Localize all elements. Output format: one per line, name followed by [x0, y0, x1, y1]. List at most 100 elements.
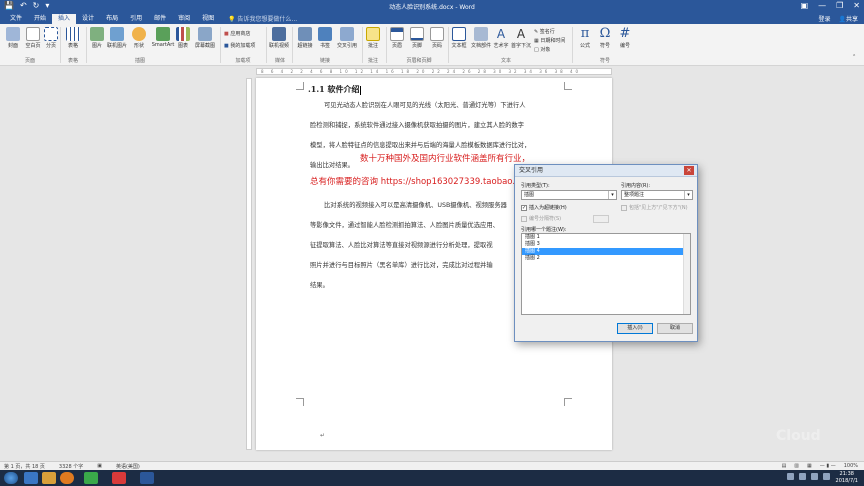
margin-corner-mark [564, 82, 572, 90]
quick-parts-button[interactable]: 文档部件 [470, 27, 492, 49]
tray-icon[interactable] [787, 473, 794, 480]
hyperlink-button[interactable]: 超链接 [294, 27, 316, 49]
quick-parts-icon [474, 27, 488, 41]
tab-home[interactable]: 开始 [28, 14, 52, 24]
store-button[interactable]: ■ 应用商店 [224, 30, 250, 37]
blank-page-icon [26, 27, 40, 41]
proofing-icon[interactable]: ▣ [97, 463, 102, 470]
caption-list[interactable]: 插图 1 插图 3 插图 4 插图 2 [521, 233, 691, 315]
chart-button[interactable]: 图表 [172, 27, 194, 49]
text-box-button[interactable]: 文本框 [448, 27, 470, 49]
start-button-icon[interactable] [4, 472, 18, 484]
wordart-icon: A [496, 27, 506, 41]
tab-review[interactable]: 审阅 [172, 14, 196, 24]
list-item[interactable]: 插图 1 [522, 234, 690, 241]
screenshot-button[interactable]: 屏幕截图 [192, 27, 218, 49]
online-pictures-button[interactable]: 联机图片 [106, 27, 128, 49]
object-button[interactable]: □ 对象 [534, 46, 550, 53]
my-addins-button[interactable]: ■ 我的加载项 [224, 42, 255, 49]
minimize-button[interactable]: — [818, 1, 826, 10]
group-media-label: 媒体 [274, 58, 285, 64]
date-time-button[interactable]: ▦ 日期和时间 [534, 37, 565, 44]
list-item[interactable]: 插图 3 [522, 241, 690, 248]
collapse-ribbon-icon[interactable]: ⌃ [852, 54, 856, 60]
word-count[interactable]: 3328 个字 [59, 463, 83, 470]
close-window-button[interactable]: ✕ [853, 1, 860, 10]
horizontal-ruler[interactable]: 8 6 4 2 2 4 6 8 10 12 14 16 18 20 22 24 … [256, 68, 612, 75]
symbol-button[interactable]: Ω 符号 [594, 27, 616, 50]
share-button[interactable]: 👤共享 [839, 14, 859, 23]
equation-button[interactable]: π 公式 [574, 27, 596, 50]
restore-button[interactable]: ❐ [836, 1, 843, 10]
app-green-c-icon[interactable] [84, 472, 98, 484]
header-button[interactable]: 页眉 [386, 27, 408, 49]
tab-view[interactable]: 视图 [196, 14, 220, 24]
separate-numbers-checkbox[interactable]: 编号分隔符(S) [521, 215, 561, 222]
word-taskbar-icon[interactable] [140, 472, 154, 484]
system-clock[interactable]: 21:38 2018/7/1 [836, 471, 858, 485]
page-number-icon [430, 27, 444, 41]
checkbox-icon [521, 215, 527, 222]
media-player-icon[interactable] [60, 472, 74, 484]
file-explorer-icon[interactable] [42, 472, 56, 484]
insert-button[interactable]: 插入(I) [617, 323, 653, 334]
hyperlink-checkbox[interactable]: ✓ 插入为超链接(H) [521, 204, 567, 211]
picture-icon [90, 27, 104, 41]
group-comments-label: 批注 [367, 58, 378, 64]
list-item[interactable]: 插图 2 [522, 255, 690, 262]
tab-file[interactable]: 文件 [4, 14, 28, 24]
ribbon-display-icon[interactable]: ▣ [801, 1, 809, 10]
ref-content-select[interactable]: 整项题注 ▾ [621, 190, 693, 200]
tab-insert[interactable]: 插入 [52, 14, 77, 24]
sign-in-link[interactable]: 登录 [818, 14, 830, 23]
wordart-button[interactable]: A 艺术字 [490, 27, 512, 49]
group-pages-label: 页面 [24, 58, 35, 64]
app-red-c-icon[interactable] [112, 472, 126, 484]
tab-layout[interactable]: 布局 [100, 14, 124, 24]
tray-icon[interactable] [799, 473, 806, 480]
margin-corner-mark [564, 398, 572, 406]
tab-mailings[interactable]: 邮件 [148, 14, 172, 24]
pictures-button[interactable]: 图片 [86, 27, 108, 49]
tray-icon[interactable] [811, 473, 818, 480]
shapes-button[interactable]: 形状 [128, 27, 150, 49]
dialog-close-button[interactable]: ✕ [684, 166, 694, 175]
language-indicator[interactable]: 英语(美国) [116, 463, 140, 470]
separator-input[interactable] [593, 215, 609, 223]
list-item-selected[interactable]: 插图 4 [522, 248, 690, 255]
ie-icon[interactable] [24, 472, 38, 484]
ref-type-select[interactable]: 插图 ▾ [521, 190, 617, 200]
object-icon: □ [534, 47, 539, 53]
page-number-button[interactable]: 页码 [426, 27, 448, 49]
tab-references[interactable]: 引用 [124, 14, 148, 24]
signature-line-button[interactable]: ✎ 签名行 [534, 28, 555, 35]
comment-button[interactable]: 批注 [362, 27, 384, 49]
header-icon [390, 27, 404, 41]
group-addins-label: 加载项 [235, 58, 251, 64]
shapes-icon [132, 27, 146, 41]
cross-reference-button[interactable]: 交叉引用 [334, 27, 360, 49]
vertical-ruler[interactable] [246, 78, 252, 450]
tell-me-search[interactable]: 💡 告诉我您想要做什么... [228, 14, 297, 23]
above-below-checkbox[interactable]: 包括"见上方"/"见下方"(N) [621, 204, 688, 211]
online-video-button[interactable]: 联机视频 [268, 27, 290, 49]
table-icon [66, 27, 80, 41]
tab-design[interactable]: 设计 [76, 14, 100, 24]
cover-page-button[interactable]: 封面 [2, 27, 24, 49]
chevron-down-icon: ▾ [684, 191, 692, 199]
section-heading[interactable]: .1.1 软件介绍 [308, 84, 361, 95]
bookmark-button[interactable]: 书签 [314, 27, 336, 49]
numbering-button[interactable]: # 编号 [614, 27, 636, 50]
drop-cap-button[interactable]: A 首字下沉 [510, 27, 532, 49]
group-separator [266, 27, 267, 63]
tray-icon[interactable] [823, 473, 830, 480]
group-text-label: 文本 [500, 58, 511, 64]
page-count[interactable]: 第 1 页，共 18 页 [4, 463, 45, 470]
page-break-button[interactable]: 分页 [40, 27, 62, 49]
cancel-button[interactable]: 取消 [657, 323, 693, 334]
table-button[interactable]: 表格 [62, 27, 84, 49]
comment-icon [366, 27, 380, 41]
footer-button[interactable]: 页脚 [406, 27, 428, 49]
list-scrollbar[interactable] [683, 234, 690, 314]
group-separator [220, 27, 221, 63]
